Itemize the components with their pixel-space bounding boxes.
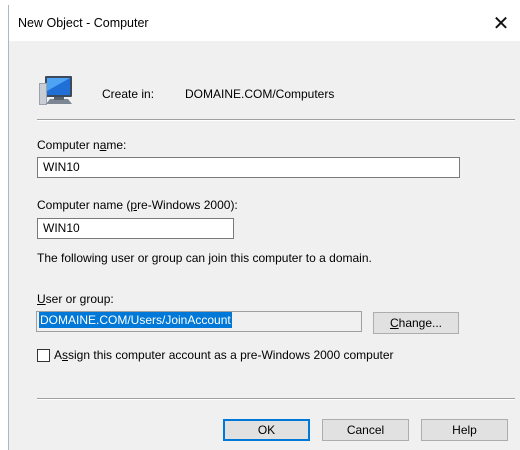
user-or-group-value: DOMAINE.COM/Users/JoinAccount bbox=[39, 312, 232, 328]
user-or-group-label: User or group: bbox=[37, 292, 114, 306]
ok-button[interactable]: OK bbox=[223, 419, 310, 441]
computer-icon bbox=[39, 76, 72, 105]
cancel-button[interactable]: Cancel bbox=[322, 419, 409, 441]
change-button[interactable]: Change... bbox=[373, 312, 459, 334]
create-in-path: DOMAINE.COM/Computers bbox=[185, 87, 335, 101]
join-info-text: The following user or group can join thi… bbox=[37, 251, 372, 265]
assign-pre-windows-2000-checkbox[interactable] bbox=[37, 349, 50, 362]
close-icon: ✕ bbox=[492, 12, 510, 35]
pre-windows-2000-name-label: Computer name (pre-Windows 2000): bbox=[37, 198, 238, 212]
window-title: New Object - Computer bbox=[18, 16, 149, 30]
computer-name-input[interactable]: WIN10 bbox=[37, 157, 460, 178]
help-button[interactable]: Help bbox=[421, 419, 508, 441]
footer-divider bbox=[37, 398, 515, 400]
title-bar[interactable]: New Object - Computer ✕ bbox=[9, 5, 520, 41]
header-divider bbox=[37, 119, 515, 121]
computer-name-label: Computer name: bbox=[37, 138, 127, 152]
create-in-label: Create in: bbox=[102, 87, 155, 101]
user-or-group-field[interactable]: DOMAINE.COM/Users/JoinAccount bbox=[36, 311, 362, 332]
pre-windows-2000-name-input[interactable]: WIN10 bbox=[37, 218, 234, 239]
close-button[interactable]: ✕ bbox=[481, 5, 520, 41]
assign-pre-windows-2000-label[interactable]: Assign this computer account as a pre-Wi… bbox=[54, 348, 394, 362]
new-object-computer-dialog: New Object - Computer ✕ Create in: DOMAI… bbox=[8, 5, 520, 450]
